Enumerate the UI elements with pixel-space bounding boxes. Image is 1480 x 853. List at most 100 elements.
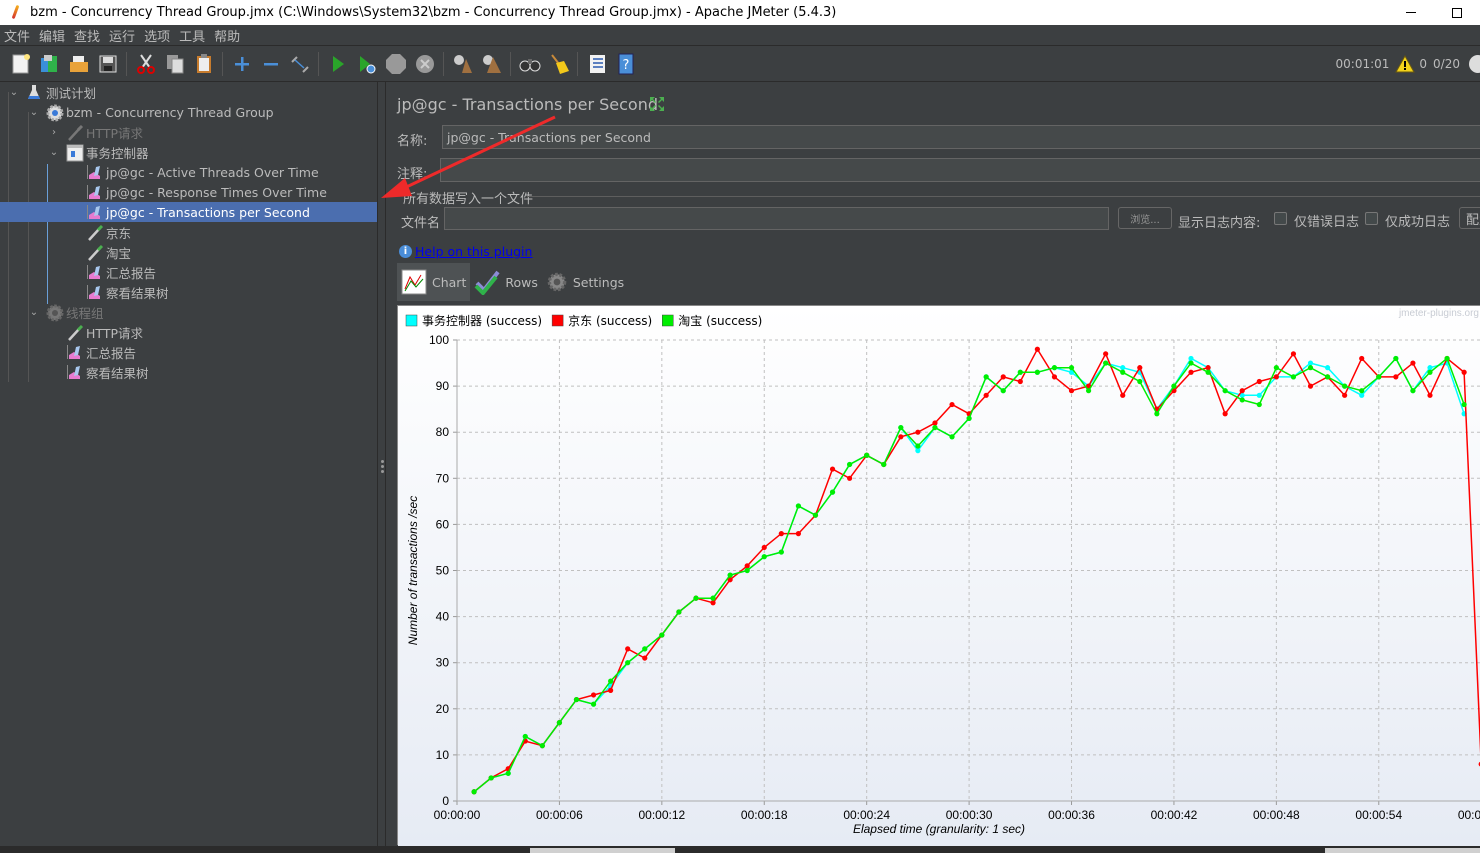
comment-input[interactable] <box>440 158 1480 182</box>
menu-options[interactable]: 选项 <box>144 26 170 45</box>
menu-edit[interactable]: 编辑 <box>39 26 65 45</box>
bottom-scrollbar[interactable] <box>0 846 1480 853</box>
data-point <box>1239 397 1245 403</box>
start-no-timers-button[interactable] <box>355 52 379 76</box>
data-point <box>1085 388 1092 394</box>
data-point <box>1256 392 1262 398</box>
filename-input[interactable] <box>444 207 1109 230</box>
search-button[interactable] <box>518 52 542 76</box>
function-helper-button[interactable] <box>585 52 609 76</box>
toggle-button[interactable] <box>288 52 312 76</box>
data-point <box>949 434 955 440</box>
chevron-down-icon[interactable]: ⌄ <box>48 147 60 158</box>
toolbar-separator <box>443 51 444 76</box>
tree-node[interactable]: 汇总报告 <box>48 342 136 362</box>
clear-icon <box>453 54 472 73</box>
y-tick-label: 10 <box>436 748 450 762</box>
tab-rows[interactable]: Rows <box>470 263 542 301</box>
tab-settings[interactable]: Settings <box>542 263 628 301</box>
chevron-right-icon[interactable]: › <box>48 127 60 138</box>
toolbar-separator <box>222 51 223 76</box>
tree-node[interactable]: 察看结果树 <box>68 282 169 302</box>
menu-run[interactable]: 运行 <box>109 26 135 45</box>
data-point <box>1427 392 1433 398</box>
success-only-checkbox[interactable] <box>1365 212 1378 225</box>
tree-node[interactable]: jp@gc - Response Times Over Time <box>68 182 327 202</box>
data-point <box>1017 378 1023 385</box>
chevron-down-icon[interactable]: ⌄ <box>8 87 20 98</box>
save-button[interactable] <box>96 52 120 76</box>
tree-node[interactable]: › HTTP请求 <box>48 122 143 142</box>
active-threads: 0/20 <box>1433 57 1460 71</box>
split-pane-divider[interactable] <box>377 82 386 853</box>
data-point <box>795 531 801 537</box>
chart-background <box>398 306 1480 846</box>
tree-node[interactable]: jp@gc - Transactions per Second <box>0 202 377 222</box>
browse-button[interactable]: 浏览... <box>1118 207 1172 229</box>
name-input[interactable]: jp@gc - Transactions per Second <box>442 125 1480 149</box>
tab-bar: Chart Rows Settings <box>397 263 628 301</box>
tree-node[interactable]: HTTP请求 <box>48 322 143 342</box>
tree-node[interactable]: 汇总报告 <box>68 262 156 282</box>
minimize-button[interactable] <box>1388 0 1434 25</box>
menu-file[interactable]: 文件 <box>4 26 30 45</box>
reset-search-button[interactable] <box>547 52 571 76</box>
shutdown-button[interactable] <box>413 52 437 76</box>
data-point <box>1205 365 1211 371</box>
data-point <box>1137 378 1143 385</box>
chevron-down-icon[interactable]: ⌄ <box>28 107 40 118</box>
data-point <box>932 424 938 431</box>
tree-node[interactable]: 淘宝 <box>68 242 131 262</box>
tree-node[interactable]: 察看结果树 <box>48 362 149 382</box>
tab-settings-label: Settings <box>572 274 625 290</box>
paste-button[interactable] <box>192 52 216 76</box>
configure-button[interactable]: 配置 <box>1459 207 1480 229</box>
clear-button[interactable] <box>451 52 475 76</box>
errors-only-label: 仅错误日志 <box>1294 215 1360 230</box>
tree-node[interactable]: ⌄ 测试计划 <box>8 82 96 102</box>
toolbar-status: 00:01:01 0 0/20 <box>1336 46 1480 82</box>
menu-search[interactable]: 查找 <box>74 26 100 45</box>
errors-only-checkbox[interactable] <box>1274 212 1287 225</box>
jmeter-logo-icon <box>8 5 22 21</box>
cut-button[interactable] <box>134 52 158 76</box>
copy-button[interactable] <box>163 52 187 76</box>
tree-node[interactable]: ⌄ 事务控制器 <box>48 142 149 162</box>
data-point <box>1000 388 1006 394</box>
tree-node[interactable]: ⌄ bzm - Concurrency Thread Group <box>28 102 274 122</box>
tree-node[interactable]: jp@gc - Active Threads Over Time <box>68 162 319 182</box>
listener-icon <box>86 264 102 280</box>
copy-icon <box>166 54 183 73</box>
data-point <box>1000 374 1006 380</box>
info-icon: i <box>399 245 412 258</box>
chevron-down-icon[interactable]: ⌄ <box>28 307 40 318</box>
tree-node[interactable]: ⌄ 线程组 <box>28 302 104 322</box>
tree-node[interactable]: 京东 <box>68 222 131 242</box>
data-point <box>1120 392 1126 398</box>
maximize-panel-icon[interactable] <box>649 96 665 112</box>
svg-text:?: ? <box>622 58 629 73</box>
templates-button[interactable] <box>38 52 62 76</box>
data-point <box>1188 369 1194 375</box>
expand-all-button[interactable] <box>230 52 254 76</box>
toolbar: ? 00:01:01 0 0/20 <box>0 46 1480 82</box>
data-point <box>1290 351 1297 357</box>
help-button[interactable]: ? <box>614 52 638 76</box>
start-button[interactable] <box>326 52 350 76</box>
new-button[interactable] <box>9 52 33 76</box>
menu-help[interactable]: 帮助 <box>214 26 240 45</box>
menu-bar: 文件 编辑 查找 运行 选项 工具 帮助 <box>0 25 1480 46</box>
clear-all-button[interactable] <box>480 52 504 76</box>
tab-chart[interactable]: Chart <box>397 263 471 301</box>
maximize-button[interactable] <box>1434 0 1480 25</box>
gear-icon <box>547 272 567 292</box>
open-button[interactable] <box>67 52 91 76</box>
stop-button[interactable] <box>384 52 408 76</box>
menu-tools[interactable]: 工具 <box>179 26 205 45</box>
data-point <box>949 401 955 408</box>
data-point <box>795 503 801 509</box>
help-link[interactable]: Help on this plugin <box>415 244 532 259</box>
collapse-all-button[interactable] <box>259 52 283 76</box>
warning-icon[interactable] <box>1395 55 1416 73</box>
legend-swatch <box>551 314 564 327</box>
